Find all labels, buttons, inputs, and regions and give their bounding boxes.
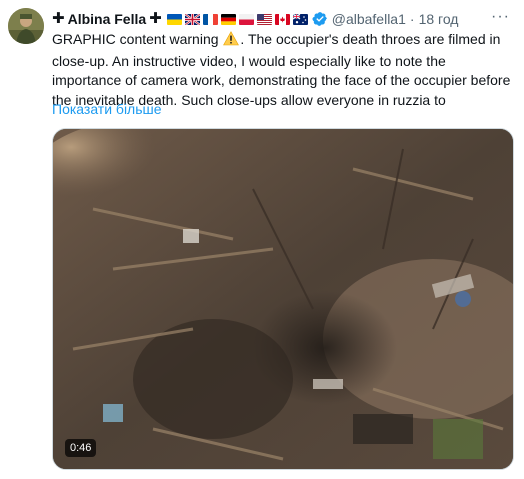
tweet-text-part1: GRAPHIC content warning <box>52 31 219 47</box>
tweet-card[interactable]: ✚ Albina Fella ✚ @albafella1 · 18 год ··… <box>0 0 524 479</box>
uk-flag-icon <box>184 13 200 25</box>
video-thumbnail <box>53 129 513 469</box>
verified-badge-icon <box>312 11 328 27</box>
cross-icon: ✚ <box>52 10 65 27</box>
au-flag-icon <box>292 13 308 25</box>
warning-icon <box>223 31 240 52</box>
video-duration: 0:46 <box>65 439 97 457</box>
more-options-icon[interactable]: ··· <box>491 8 510 26</box>
separator-dot: · <box>409 11 415 27</box>
user-handle[interactable]: @albafella1 <box>332 9 406 29</box>
us-flag-icon <box>256 13 272 25</box>
video-player[interactable]: 0:46 <box>52 128 514 470</box>
flags-group <box>166 13 308 25</box>
ua-flag-icon <box>166 13 182 25</box>
display-name-text[interactable]: Albina Fella <box>68 9 147 29</box>
de-flag-icon <box>220 13 236 25</box>
tweet-text: GRAPHIC content warning . The occupier's… <box>52 30 514 110</box>
display-name[interactable]: ✚ Albina Fella ✚ <box>52 9 162 29</box>
avatar[interactable] <box>8 8 44 44</box>
show-more-link[interactable]: Показати більше <box>52 100 162 119</box>
cross-icon: ✚ <box>149 10 162 27</box>
pl-flag-icon <box>238 13 254 25</box>
timestamp[interactable]: 18 год <box>419 9 459 29</box>
ca-flag-icon <box>274 13 290 25</box>
tweet-header: ✚ Albina Fella ✚ @albafella1 · 18 год <box>52 9 458 29</box>
fr-flag-icon <box>202 13 218 25</box>
